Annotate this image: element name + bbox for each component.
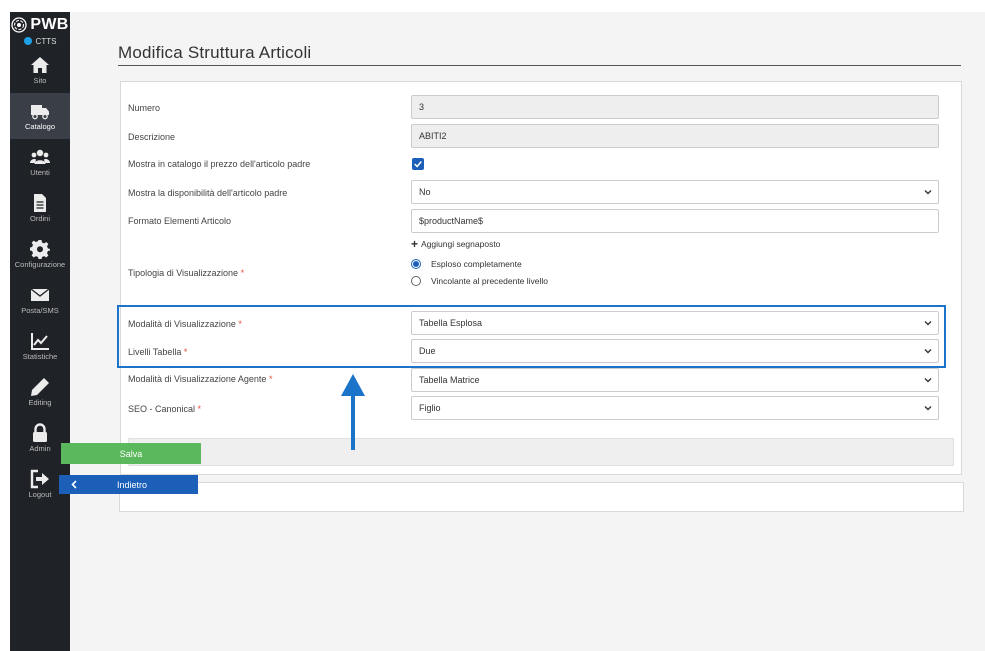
chevron-down-icon bbox=[924, 321, 932, 326]
numero-label: Numero bbox=[128, 103, 161, 113]
form-card: Numero 3 Descrizione ABITI2 Mostra in ca… bbox=[120, 81, 962, 475]
sidebar-item-posta-sms[interactable]: Posta/SMS bbox=[10, 277, 70, 323]
tipologia-option-esploso[interactable]: Esploso completamente bbox=[411, 259, 522, 269]
aggiungi-segnaposto-link[interactable]: + Aggiungi segnaposto bbox=[411, 236, 501, 251]
users-icon bbox=[30, 149, 50, 164]
annotation-arrow-icon bbox=[341, 374, 365, 450]
sidebar-item-editing[interactable]: Editing bbox=[10, 369, 70, 415]
chevron-down-icon bbox=[924, 378, 932, 383]
modalita-agente-label-text: Modalità di Visualizzazione Agente bbox=[128, 374, 267, 384]
tipologia-label: Tipologia di Visualizzazione * bbox=[128, 268, 244, 278]
numero-field[interactable]: 3 bbox=[411, 95, 939, 119]
back-button-label: Indietro bbox=[117, 479, 148, 490]
site-name: CTTS bbox=[35, 36, 57, 46]
tipologia-option-vincolante[interactable]: Vincolante al precedente livello bbox=[411, 276, 548, 286]
envelope-icon bbox=[30, 288, 50, 301]
sidebar-item-sito[interactable]: Sito bbox=[10, 47, 70, 93]
modalita-agente-select[interactable]: Tabella Matrice bbox=[411, 368, 939, 392]
required-mark: * bbox=[183, 347, 188, 357]
back-bar bbox=[119, 482, 964, 512]
sidebar-item-label: Statistiche bbox=[22, 352, 58, 361]
livelli-label-text: Livelli Tabella bbox=[128, 347, 182, 357]
chevron-left-icon bbox=[71, 480, 77, 489]
sidebar-item-label: Catalogo bbox=[24, 122, 56, 131]
modalita-label-text: Modalità di Visualizzazione bbox=[128, 319, 236, 329]
sidebar-item-label: Admin bbox=[29, 444, 51, 453]
descrizione-value: ABITI2 bbox=[419, 131, 447, 141]
required-mark: * bbox=[197, 404, 202, 414]
gear-icon bbox=[30, 240, 50, 259]
formato-label: Formato Elementi Articolo bbox=[128, 216, 232, 226]
tipologia-option-label: Vincolante al precedente livello bbox=[431, 276, 549, 286]
pencil-icon bbox=[31, 378, 49, 396]
sidebar-item-utenti[interactable]: Utenti bbox=[10, 139, 70, 185]
tipologia-option-label: Esploso completamente bbox=[431, 259, 522, 269]
numero-value: 3 bbox=[419, 102, 425, 112]
modalita-value: Tabella Esplosa bbox=[419, 318, 483, 328]
modalita-select[interactable]: Tabella Esplosa bbox=[411, 311, 939, 335]
modalita-label: Modalità di Visualizzazione * bbox=[128, 319, 242, 329]
plus-icon: + bbox=[411, 236, 419, 251]
sidebar-item-ordini[interactable]: Ordini bbox=[10, 185, 70, 231]
sidebar-item-configurazione[interactable]: Configurazione bbox=[10, 231, 70, 277]
logout-icon bbox=[30, 469, 49, 489]
sidebar-item-label: Sito bbox=[33, 76, 47, 85]
checkmark-icon bbox=[414, 161, 422, 168]
title-divider bbox=[118, 65, 961, 66]
mostra-prezzo-label: Mostra in catalogo il prezzo dell'artico… bbox=[128, 159, 311, 169]
save-button[interactable]: Salva bbox=[61, 443, 201, 464]
required-mark: * bbox=[238, 319, 242, 329]
seo-value: Figlio bbox=[419, 403, 441, 413]
radio-selected-icon bbox=[411, 259, 421, 269]
seo-select[interactable]: Figlio bbox=[411, 396, 939, 420]
livelli-label: Livelli Tabella * bbox=[128, 347, 187, 357]
descrizione-label: Descrizione bbox=[128, 132, 176, 142]
chevron-down-icon bbox=[924, 349, 932, 354]
sidebar: PWB CTTS Sito Catalogo Utenti Ordini Con… bbox=[10, 12, 70, 651]
mostra-disponibilita-select[interactable]: No bbox=[411, 180, 939, 204]
main-content: Modifica Struttura Articoli Numero 3 Des… bbox=[70, 12, 985, 651]
sidebar-item-label: Ordini bbox=[29, 214, 50, 223]
logo-text: PWB bbox=[30, 16, 69, 33]
modalita-agente-value: Tabella Matrice bbox=[419, 375, 480, 385]
home-icon bbox=[31, 57, 49, 73]
mostra-disponibilita-value: No bbox=[419, 187, 431, 197]
sidebar-item-label: Posta/SMS bbox=[21, 306, 59, 315]
chevron-down-icon bbox=[924, 190, 932, 195]
chart-icon bbox=[31, 333, 49, 350]
back-button[interactable]: Indietro bbox=[59, 475, 198, 494]
livelli-select[interactable]: Due bbox=[411, 339, 939, 363]
page-title: Modifica Struttura Articoli bbox=[118, 43, 312, 62]
tipologia-label-text: Tipologia di Visualizzazione bbox=[128, 268, 239, 278]
radio-unselected-icon bbox=[411, 276, 421, 286]
mostra-disponibilita-label: Mostra la disponibilità dell'articolo pa… bbox=[128, 188, 288, 198]
app-logo[interactable]: PWB bbox=[10, 12, 70, 35]
livelli-value: Due bbox=[419, 346, 436, 356]
site-status-dot bbox=[23, 37, 32, 45]
truck-icon bbox=[31, 105, 49, 120]
sidebar-item-label: Logout bbox=[28, 490, 52, 499]
mostra-prezzo-checkbox[interactable] bbox=[412, 158, 424, 170]
sidebar-item-label: Configurazione bbox=[14, 260, 66, 269]
site-indicator: CTTS bbox=[10, 35, 70, 47]
required-mark: * bbox=[240, 268, 245, 278]
descrizione-field[interactable]: ABITI2 bbox=[411, 124, 939, 148]
formato-value: $productName$ bbox=[419, 216, 484, 226]
seo-label-text: SEO - Canonical bbox=[128, 404, 196, 414]
seo-label: SEO - Canonical * bbox=[128, 404, 201, 414]
lock-icon bbox=[33, 423, 47, 442]
logo-swirl-icon bbox=[11, 17, 28, 33]
sidebar-item-statistiche[interactable]: Statistiche bbox=[10, 323, 70, 369]
sidebar-item-label: Utenti bbox=[30, 168, 50, 177]
modalita-agente-label: Modalità di Visualizzazione Agente * bbox=[128, 374, 272, 384]
chevron-down-icon bbox=[924, 406, 932, 411]
document-icon bbox=[34, 194, 46, 212]
form-footer bbox=[128, 438, 954, 466]
formato-input[interactable]: $productName$ bbox=[411, 209, 939, 233]
required-mark: * bbox=[268, 374, 273, 384]
sidebar-item-label: Editing bbox=[28, 398, 52, 407]
sidebar-item-catalogo[interactable]: Catalogo bbox=[10, 93, 70, 139]
aggiungi-segnaposto-label: Aggiungi segnaposto bbox=[421, 239, 501, 249]
